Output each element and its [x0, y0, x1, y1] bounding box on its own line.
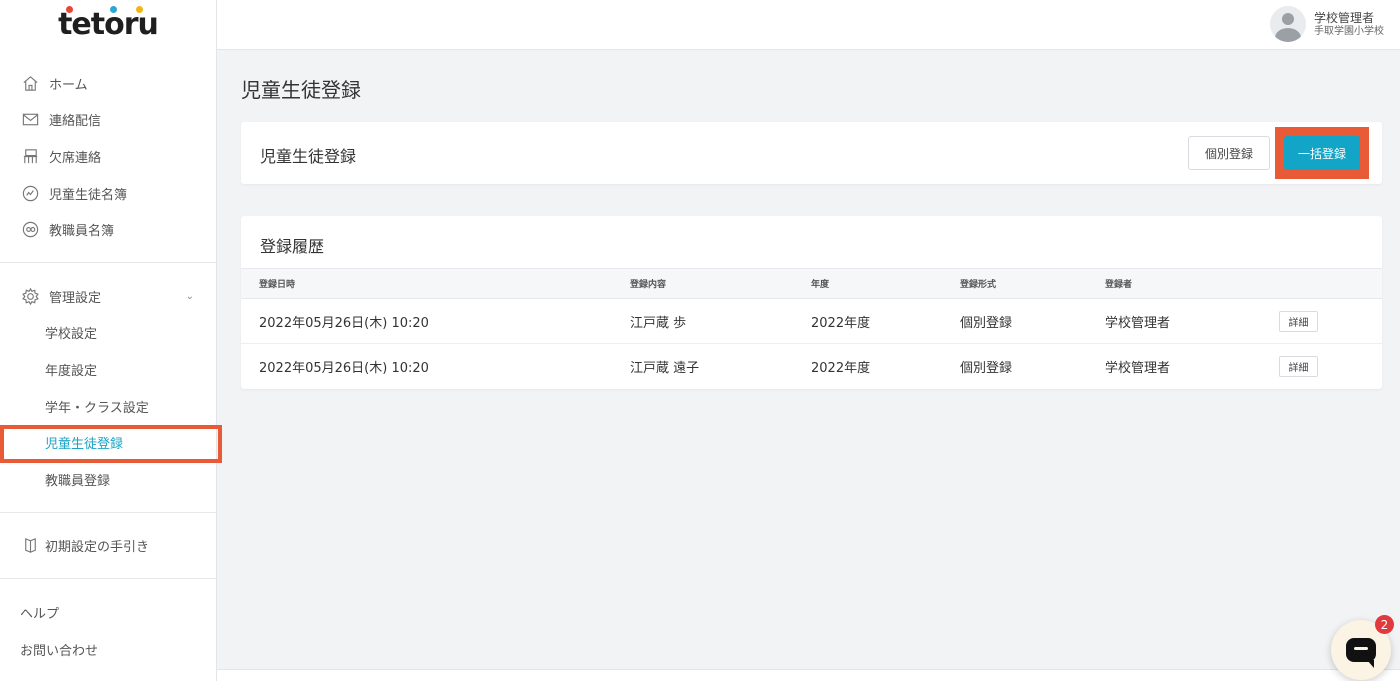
sidebar-item-label: 欠席連絡: [49, 150, 102, 166]
tetoru-logo[interactable]: tetoru: [58, 6, 159, 40]
sidebar-item-home[interactable]: ホーム: [0, 65, 216, 102]
sidebar-item-label: ヘルプ: [20, 606, 60, 622]
table-row: 2022年05月26日(木) 10:20 江戸蔵 遠子 2022年度 個別登録 …: [241, 344, 1382, 389]
staff-list-icon: [20, 220, 40, 240]
bulk-register-button[interactable]: 一括登録: [1284, 136, 1360, 170]
sidebar-subitem-school-settings[interactable]: 学校設定: [0, 315, 216, 352]
avatar[interactable]: [1270, 6, 1306, 42]
book-icon: [20, 536, 40, 556]
sidebar-item-guide[interactable]: 初期設定の手引き: [0, 528, 216, 565]
cell-datetime: 2022年05月26日(木) 10:20: [259, 360, 429, 376]
history-card-title: 登録履歴: [260, 237, 325, 256]
footer-nav: ヘルプ お問い合わせ: [0, 579, 216, 667]
sidebar-item-label: ホーム: [49, 77, 88, 93]
home-icon: [20, 73, 40, 93]
cell-registrar: 学校管理者: [1105, 360, 1171, 376]
sidebar-item-help[interactable]: ヘルプ: [0, 594, 216, 631]
mail-icon: [20, 110, 40, 130]
sidebar-item-label: 管理設定: [49, 290, 102, 306]
student-list-icon: [20, 183, 40, 203]
sidebar-item-absence[interactable]: 欠席連絡: [0, 138, 216, 175]
user-menu[interactable]: 学校管理者 手取学園小学校: [1270, 6, 1384, 42]
table-header-row: 登録日時 登録内容 年度 登録形式 登録者: [241, 268, 1382, 299]
cell-year: 2022年度: [811, 315, 871, 331]
column-header-actions: [1261, 269, 1382, 299]
chat-icon: [1346, 638, 1376, 668]
sidebar-subitem-student-registration[interactable]: 児童生徒登録: [0, 424, 216, 461]
sidebar-item-settings[interactable]: 管理設定 ⌄: [0, 278, 216, 315]
page-title: 児童生徒登録: [241, 78, 361, 102]
column-header-year: 年度: [811, 280, 830, 290]
chat-unread-badge: 2: [1375, 615, 1394, 634]
registration-card-title: 児童生徒登録: [260, 147, 357, 166]
desk-icon: [20, 146, 40, 166]
sidebar-item-staff-list[interactable]: 教職員名簿: [0, 211, 216, 248]
topbar: 学校管理者 手取学園小学校: [217, 0, 1400, 50]
sidebar-item-label: お問い合わせ: [20, 643, 99, 659]
column-header-content: 登録内容: [630, 280, 667, 290]
column-header-registrar: 登録者: [1105, 280, 1133, 290]
sidebar-item-label: 児童生徒名簿: [49, 187, 128, 203]
sidebar-subitem-class-settings[interactable]: 学年・クラス設定: [0, 388, 216, 425]
cell-datetime: 2022年05月26日(木) 10:20: [259, 315, 429, 331]
cell-actions: 詳細: [1261, 299, 1382, 344]
column-header-format: 登録形式: [960, 280, 997, 290]
main-nav: ホーム 連絡配信 欠席連絡 児童生徒名簿 教職員名簿: [0, 50, 216, 263]
sidebar-subitem-staff-registration[interactable]: 教職員登録: [0, 461, 216, 498]
cell-actions: 詳細: [1261, 344, 1382, 389]
column-header-datetime: 登録日時: [259, 280, 296, 290]
registration-card: 児童生徒登録 個別登録 一括登録: [241, 122, 1382, 184]
sidebar-item-label: 教職員名簿: [49, 224, 115, 240]
table-row: 2022年05月26日(木) 10:20 江戸蔵 歩 2022年度 個別登録 学…: [241, 299, 1382, 344]
footer-bar: [217, 669, 1400, 681]
history-table: 登録日時 登録内容 年度 登録形式 登録者 2022年05月26日(木) 10:…: [241, 268, 1382, 389]
guide-nav: 初期設定の手引き: [0, 513, 216, 580]
logo-area: tetoru: [0, 0, 216, 50]
sidebar-item-contact[interactable]: お問い合わせ: [0, 631, 216, 668]
individual-register-button[interactable]: 個別登録: [1188, 136, 1270, 170]
detail-button[interactable]: 詳細: [1279, 310, 1318, 332]
user-name: 学校管理者: [1314, 10, 1375, 25]
sidebar-item-label: 初期設定の手引き: [45, 540, 150, 556]
cell-content: 江戸蔵 歩: [630, 315, 687, 331]
sidebar-item-label: 連絡配信: [49, 114, 102, 130]
cell-format: 個別登録: [960, 360, 1013, 376]
cell-format: 個別登録: [960, 315, 1013, 331]
detail-button[interactable]: 詳細: [1279, 355, 1318, 377]
sidebar-item-messages[interactable]: 連絡配信: [0, 102, 216, 139]
settings-nav: 管理設定 ⌄ 学校設定 年度設定 学年・クラス設定 児童生徒登録 教職員登録: [0, 263, 216, 513]
cell-year: 2022年度: [811, 360, 871, 376]
user-school: 手取学園小学校: [1314, 25, 1384, 37]
chevron-down-icon[interactable]: ⌄: [186, 291, 194, 302]
cell-registrar: 学校管理者: [1105, 315, 1171, 331]
sidebar: tetoru ホーム 連絡配信 欠席連絡 児童生徒名簿 教職員名簿 管理設定 ⌄…: [0, 0, 217, 681]
sidebar-item-student-list[interactable]: 児童生徒名簿: [0, 175, 216, 212]
sidebar-subitem-year-settings[interactable]: 年度設定: [0, 351, 216, 388]
gear-icon: [20, 286, 40, 306]
history-card: 登録履歴 登録日時 登録内容 年度 登録形式 登録者 2022年05月26日(木…: [241, 216, 1382, 389]
cell-content: 江戸蔵 遠子: [630, 360, 700, 376]
